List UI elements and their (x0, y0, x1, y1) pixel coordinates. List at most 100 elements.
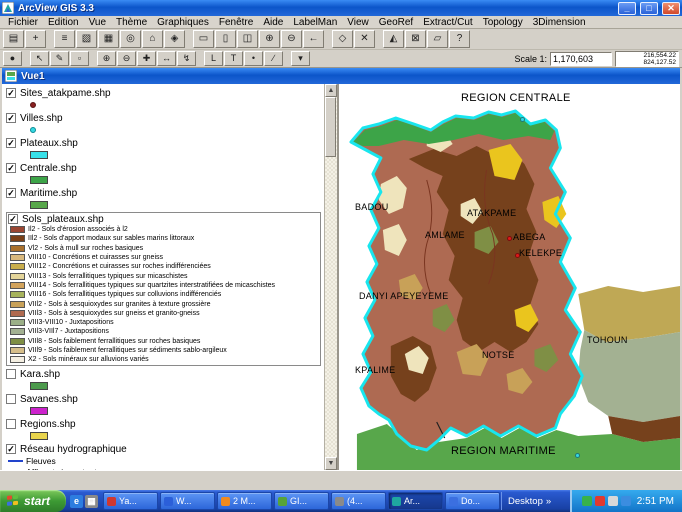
edit-legend-button[interactable]: ▧ (76, 30, 97, 48)
vue-window-titlebar[interactable]: Vue1 (2, 68, 680, 84)
menu-extract-cut[interactable]: Extract/Cut (418, 16, 477, 29)
legend-class[interactable]: IIl2 - Sols d'apport modaux sur sables m… (8, 234, 319, 243)
layer-checkbox-kara-shp[interactable] (6, 369, 16, 379)
layer-checkbox-sols-plateaux-shp[interactable]: ✓ (8, 214, 18, 224)
legend-class[interactable]: VIIl3 - Sols à sesquioxydes sur gneiss e… (8, 309, 319, 318)
layer-checkbox-regions-shp[interactable] (6, 419, 16, 429)
scroll-up-arrow-icon[interactable]: ▲ (325, 84, 337, 97)
layer-name[interactable]: Regions.shp (20, 419, 76, 430)
layer-name[interactable]: Réseau hydrographique (20, 444, 127, 455)
legend-class[interactable]: Fleuves (6, 455, 324, 466)
layer-checkbox-plateaux-shp[interactable]: ✓ (6, 138, 16, 148)
add-theme-button[interactable]: + (25, 30, 46, 48)
find-button[interactable]: ◎ (120, 30, 141, 48)
layer-checkbox-r-seau-hydrographique[interactable]: ✓ (6, 444, 16, 454)
tool-dropdown-button[interactable]: ▾ (291, 51, 310, 66)
menu-edition[interactable]: Edition (43, 16, 84, 29)
scale-input[interactable] (550, 52, 612, 66)
taskbar-task-ya[interactable]: Ya... (103, 492, 158, 510)
legend-class[interactable]: X2 - Sols minéraux sur alluvions variés (8, 355, 319, 364)
legend-class[interactable]: VIII14 - Sols ferrallitiques typiques su… (8, 281, 319, 290)
taskbar-task-do[interactable]: Do... (445, 492, 500, 510)
zoom-in-button[interactable]: ⊕ (259, 30, 280, 48)
menu-3dimension[interactable]: 3Dimension (528, 16, 591, 29)
extract-button[interactable]: ▱ (427, 30, 448, 48)
layer-checkbox-sites-atakpame-shp[interactable]: ✓ (6, 88, 16, 98)
layer-checkbox-villes-shp[interactable]: ✓ (6, 113, 16, 123)
layer-symbol-row[interactable] (6, 380, 324, 391)
legend-class[interactable]: VIII12 - Concrétions et cuirasses sur ro… (8, 262, 319, 271)
menu-th-me[interactable]: Thème (111, 16, 152, 29)
hotlink-tool-button[interactable]: ↯ (177, 51, 196, 66)
menu-fichier[interactable]: Fichier (3, 16, 43, 29)
layer-name[interactable]: Kara.shp (20, 369, 60, 380)
layer-name[interactable]: Sols_plateaux.shp (22, 214, 104, 225)
layer-checkbox-savanes-shp[interactable] (6, 394, 16, 404)
network-icon[interactable] (621, 496, 631, 506)
taskbar-task-4[interactable]: (4... (331, 492, 386, 510)
layer-symbol-row[interactable] (6, 430, 324, 441)
taskbar-task-gi[interactable]: GI... (274, 492, 329, 510)
layer-symbol-row[interactable] (6, 405, 324, 416)
layer-symbol-row[interactable] (6, 199, 324, 210)
zoom-out-tool-button[interactable]: ⊖ (117, 51, 136, 66)
taskbar-task-2-m[interactable]: 2 M... (217, 492, 272, 510)
legend-class[interactable]: VIII3-VIII10 - Juxtapositions (8, 318, 319, 327)
legend-class[interactable]: VIIl9 - Sols faiblement ferrallitiques s… (8, 346, 319, 355)
georeference-button[interactable]: ⊠ (405, 30, 426, 48)
map-canvas[interactable]: REGION CENTRALEBADOUATAKPAMEAMLAMEABEGAK… (337, 84, 680, 470)
menu-aide[interactable]: Aide (258, 16, 288, 29)
layer-symbol-row[interactable] (6, 99, 324, 110)
layer-symbol-row[interactable] (6, 149, 324, 160)
pan-tool-button[interactable]: ✚ (137, 51, 156, 66)
layer-name[interactable]: Sites_atakpame.shp (20, 88, 111, 99)
zoom-out-button[interactable]: ⊖ (281, 30, 302, 48)
measure-tool-button[interactable]: ↔ (157, 51, 176, 66)
legend-class[interactable]: VIIl2 - Sols à sesquioxydes sur granites… (8, 299, 319, 308)
menu-fen-tre[interactable]: Fenêtre (214, 16, 258, 29)
show-desktop-icon[interactable]: ▦ (85, 495, 98, 508)
draw-line-tool-button[interactable]: ∕ (264, 51, 283, 66)
pointer-tool-button[interactable]: ↖ (30, 51, 49, 66)
layer-checkbox-maritime-shp[interactable]: ✓ (6, 188, 16, 198)
minimize-button[interactable]: _ (618, 2, 636, 15)
legend-class[interactable]: Il2 - Sols d'érosion associés à l2 (8, 225, 319, 234)
legend-class[interactable]: VIIl8 - Sols faiblement ferrallitiques s… (8, 337, 319, 346)
messenger-icon[interactable] (582, 496, 592, 506)
taskbar-task-w[interactable]: W... (160, 492, 215, 510)
zoom-in-tool-button[interactable]: ⊕ (97, 51, 116, 66)
layer-symbol-row[interactable] (6, 124, 324, 135)
scroll-down-arrow-icon[interactable]: ▼ (325, 457, 337, 470)
legend-scrollbar[interactable]: ▲ ▼ (324, 84, 337, 470)
internet-explorer-icon[interactable]: e (70, 495, 83, 508)
layer-checkbox-centrale-shp[interactable]: ✓ (6, 163, 16, 173)
label-manager-button[interactable]: ◭ (383, 30, 404, 48)
legend-class[interactable]: VIII10 - Concrétions et cuirasses sur gn… (8, 253, 319, 262)
desktop-toolbar[interactable]: Desktop » (501, 492, 557, 510)
menu-vue[interactable]: Vue (84, 16, 111, 29)
start-button[interactable]: start (0, 490, 66, 512)
draw-point-tool-button[interactable]: • (244, 51, 263, 66)
locate-address-button[interactable]: ⌂ (142, 30, 163, 48)
theme-properties-button[interactable]: ≡ (54, 30, 75, 48)
layer-name[interactable]: Centrale.shp (20, 163, 77, 174)
zoom-full-extent-button[interactable]: ▭ (193, 30, 214, 48)
select-box-tool-button[interactable]: ▫ (70, 51, 89, 66)
legend-class[interactable]: VIIl3-VIIl7 - Juxtapositions (8, 327, 319, 336)
scrollbar-thumb[interactable] (325, 97, 336, 157)
save-project-button[interactable]: ▤ (3, 30, 24, 48)
open-theme-table-button[interactable]: ▦ (98, 30, 119, 48)
menu-topology[interactable]: Topology (478, 16, 528, 29)
zoom-selected-button[interactable]: ◫ (237, 30, 258, 48)
layer-name[interactable]: Villes.shp (20, 113, 63, 124)
menu-labelman[interactable]: LabelMan (288, 16, 342, 29)
taskbar-task-ar[interactable]: Ar... (388, 492, 443, 510)
clear-selection-button[interactable]: ✕ (354, 30, 375, 48)
menu-view[interactable]: View (342, 16, 374, 29)
volume-icon[interactable] (608, 496, 618, 506)
layer-name[interactable]: Savanes.shp (20, 394, 78, 405)
select-features-button[interactable]: ◇ (332, 30, 353, 48)
help-button[interactable]: ? (449, 30, 470, 48)
chevron-overflow-icon[interactable]: » (546, 496, 551, 507)
query-builder-button[interactable]: ◈ (164, 30, 185, 48)
